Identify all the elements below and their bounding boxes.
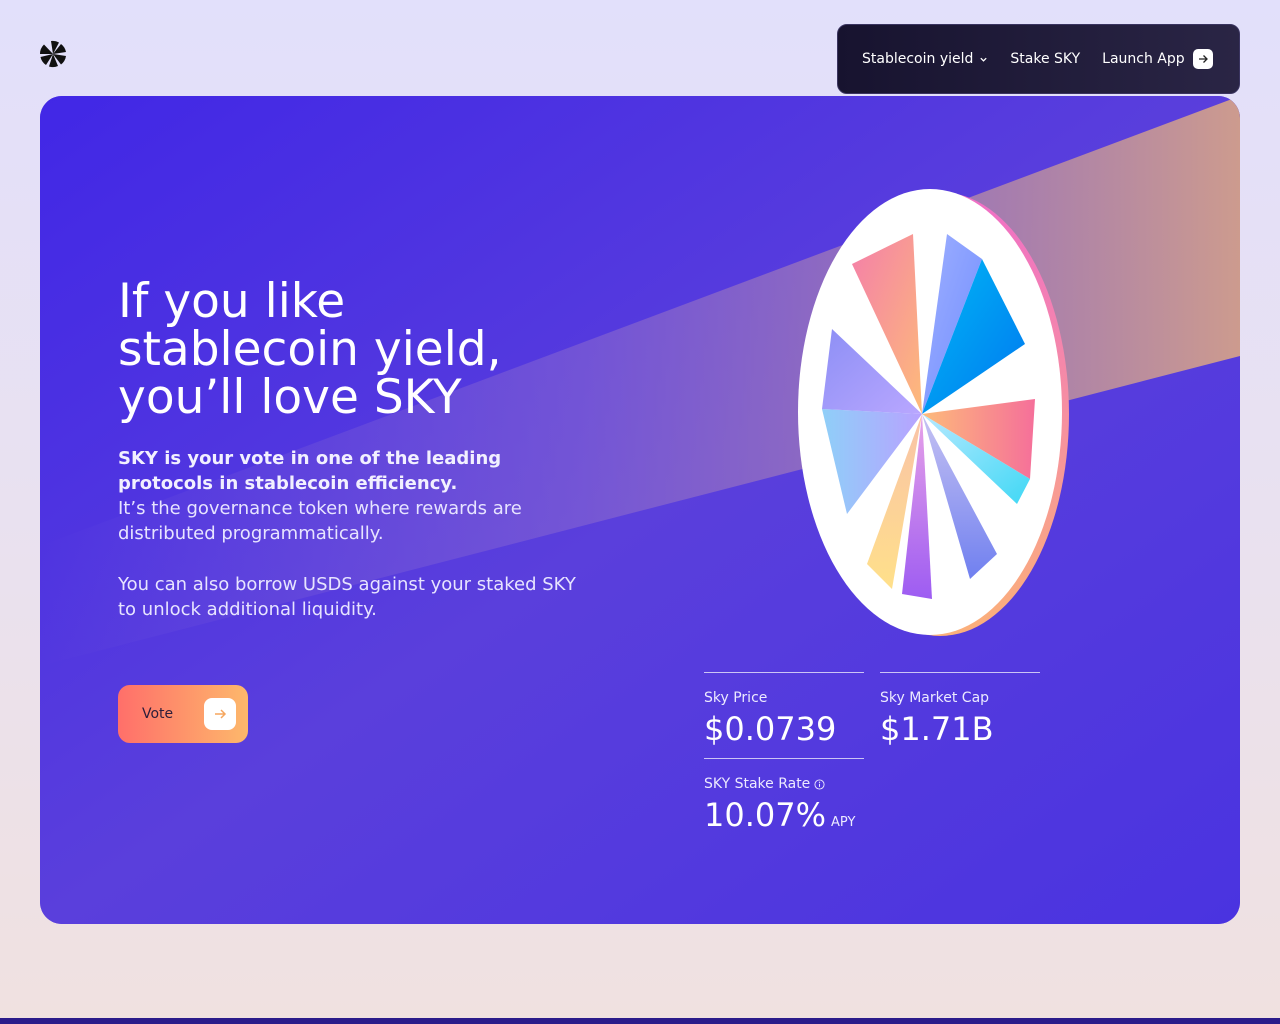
stat-divider	[704, 672, 864, 673]
stat-divider	[880, 672, 1040, 673]
arrow-right-icon	[204, 698, 236, 730]
launch-app-label: Launch App	[1102, 51, 1185, 67]
sky-stake-rate-value: 10.07%	[704, 796, 827, 834]
page-bottom-edge	[0, 1018, 1280, 1024]
top-nav: Stablecoin yield Stake SKY Launch App	[837, 24, 1240, 94]
sky-market-cap-label: Sky Market Cap	[880, 690, 990, 706]
stat-divider	[704, 758, 864, 759]
sky-price-value: $0.0739	[704, 710, 837, 748]
borrow-paragraph: You can also borrow USDS against your st…	[118, 574, 576, 620]
arrow-right-icon	[1192, 49, 1213, 69]
apy-unit: APY	[831, 815, 856, 830]
sky-stake-rate-label: SKY Stake Rate	[704, 776, 811, 792]
launch-app-button[interactable]: Launch App	[1102, 49, 1213, 69]
sky-coin-illustration	[798, 189, 1069, 636]
hero-description: SKY is your vote in one of the leading p…	[118, 446, 588, 622]
sky-market-cap-value: $1.71B	[880, 710, 994, 748]
hero-headline: If you like stablecoin yield, you’ll lov…	[118, 278, 618, 422]
vote-button[interactable]: Vote	[118, 685, 248, 743]
sky-price-stat: Sky Price $0.0739	[704, 690, 836, 748]
sky-stake-rate-stat: SKY Stake Rate 10.07% APY	[704, 776, 855, 834]
sky-price-label: Sky Price	[704, 690, 768, 706]
nav-stake-sky[interactable]: Stake SKY	[1010, 51, 1080, 67]
nav-stablecoin-yield-label: Stablecoin yield	[862, 51, 974, 67]
headline-line-2: stablecoin yield,	[118, 322, 502, 377]
headline-line-3: you’ll love SKY	[118, 370, 462, 425]
intro-bold: SKY is your vote in one of the leading p…	[118, 448, 502, 494]
intro-text: It’s the governance token where rewards …	[118, 498, 522, 544]
nav-stablecoin-yield[interactable]: Stablecoin yield	[862, 51, 988, 67]
stake-rate-value-row: 10.07% APY	[704, 792, 855, 834]
headline-line-1: If you like	[118, 274, 346, 329]
vote-label: Vote	[142, 706, 174, 722]
chevron-down-icon	[980, 57, 988, 62]
sky-logo-icon[interactable]	[39, 40, 67, 68]
sky-stake-rate-label-row: SKY Stake Rate	[704, 776, 855, 792]
hero-card: If you like stablecoin yield, you’ll lov…	[40, 96, 1240, 924]
info-icon[interactable]	[814, 778, 825, 790]
sky-market-cap-stat: Sky Market Cap $1.71B	[880, 690, 994, 748]
nav-stake-sky-label: Stake SKY	[1010, 51, 1081, 67]
